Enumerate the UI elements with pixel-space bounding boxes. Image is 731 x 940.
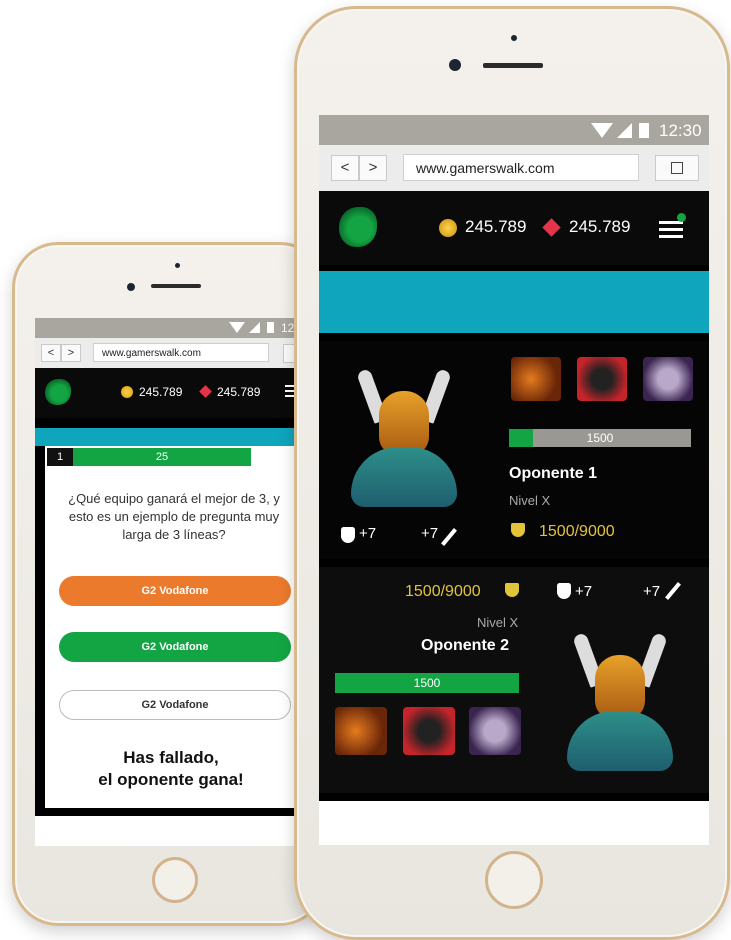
opponent-name: Oponente 2 xyxy=(421,637,510,654)
hero-body xyxy=(567,711,673,771)
back-button[interactable]: < xyxy=(331,155,359,181)
opponent-score: 1500/9000 xyxy=(405,583,481,600)
url-text: www.gamerswalk.com xyxy=(416,160,555,176)
hero-avatar xyxy=(345,368,463,509)
status-time: 12 xyxy=(281,321,295,335)
front-camera xyxy=(449,59,461,71)
gem-balance: 245.789 xyxy=(217,385,261,399)
status-time: 12:30 xyxy=(659,121,702,140)
battery-icon xyxy=(639,123,649,138)
question-timer: 25 xyxy=(155,451,169,463)
notification-badge xyxy=(677,213,686,222)
attack-stat: +7 xyxy=(421,525,439,542)
result-line-2: el oponente gana! xyxy=(98,770,244,789)
left-phone: 12 < > www.gamerswalk.com 245.789 245.78… xyxy=(12,242,326,926)
coin-balance: 245.789 xyxy=(139,385,183,399)
item-slot-1[interactable] xyxy=(511,357,561,401)
attack-sword-icon xyxy=(441,528,457,546)
signal-icon xyxy=(249,322,260,333)
home-button[interactable] xyxy=(152,857,198,903)
earpiece-speaker xyxy=(151,284,201,288)
coin-icon xyxy=(121,386,133,398)
answer-option-1[interactable]: G2 Vodafone xyxy=(59,576,291,606)
url-field[interactable]: www.gamerswalk.com xyxy=(93,343,269,362)
battery-icon xyxy=(267,322,274,333)
right-screen: 12:30 < > www.gamerswalk.com 245.789 245… xyxy=(319,115,709,845)
defense-stat: +7 xyxy=(575,583,593,600)
left-screen: 12 < > www.gamerswalk.com 245.789 245.78… xyxy=(35,318,325,846)
opponent-level: Nivel X xyxy=(509,493,551,508)
hero-mask xyxy=(379,391,429,455)
hero-avatar xyxy=(561,632,679,773)
status-bar: 12:30 xyxy=(319,115,709,145)
status-bar: 12 xyxy=(35,318,325,338)
item-slot-2[interactable] xyxy=(577,357,627,401)
home-button[interactable] xyxy=(485,851,543,909)
item-slot-1[interactable] xyxy=(335,707,387,755)
front-camera xyxy=(127,283,135,291)
teal-banner xyxy=(35,428,325,446)
opponent-score: 1500/9000 xyxy=(539,523,615,540)
answer-option-2[interactable]: G2 Vodafone xyxy=(59,632,291,662)
item-slot-2[interactable] xyxy=(403,707,455,755)
result-line-1: Has fallado, xyxy=(123,748,219,767)
url-text: www.gamerswalk.com xyxy=(102,348,201,359)
right-phone: 12:30 < > www.gamerswalk.com 245.789 245… xyxy=(294,6,730,940)
bottom-strip xyxy=(35,816,325,846)
app-header: 245.789 245.789 xyxy=(319,191,709,265)
gem-icon xyxy=(542,218,561,237)
trophy-icon xyxy=(511,523,525,537)
question-progress: 1 25 xyxy=(47,448,251,466)
item-slot-3[interactable] xyxy=(643,357,693,401)
answer-option-3[interactable]: G2 Vodafone xyxy=(59,690,291,720)
health-bar-value: 1500 xyxy=(586,431,614,445)
tabs-button[interactable] xyxy=(655,155,699,181)
opponent-1-card[interactable]: +7 +7 1500 Oponente 1 Nivel X 1500/9000 xyxy=(319,341,709,559)
sensor-dot xyxy=(175,263,180,268)
question-number: 1 xyxy=(47,448,73,466)
teal-banner xyxy=(319,271,709,333)
wifi-icon xyxy=(229,322,245,333)
health-bar: 1500 xyxy=(509,429,691,447)
opponent-level: Nivel X xyxy=(477,615,519,630)
gem-icon xyxy=(199,385,212,398)
forward-button[interactable]: > xyxy=(359,155,387,181)
opponent-name: Oponente 1 xyxy=(509,465,598,482)
gem-balance: 245.789 xyxy=(569,217,631,236)
defense-shield-icon xyxy=(557,583,571,599)
coin-balance: 245.789 xyxy=(465,217,527,236)
earpiece-speaker xyxy=(483,63,543,68)
dragon-logo-icon[interactable] xyxy=(45,379,71,405)
health-bar-value: 1500 xyxy=(413,676,441,690)
forward-button[interactable]: > xyxy=(61,344,81,362)
quiz-card: 1 25 ¿Qué equipo ganará el mejor de 3, y… xyxy=(45,446,297,808)
coin-icon xyxy=(439,219,457,237)
tabs-icon xyxy=(671,162,683,174)
health-bar: 1500 xyxy=(335,673,519,693)
back-button[interactable]: < xyxy=(41,344,61,362)
defense-shield-icon xyxy=(341,527,355,543)
trophy-icon xyxy=(505,583,519,597)
bottom-strip xyxy=(319,801,709,845)
url-field[interactable]: www.gamerswalk.com xyxy=(403,154,639,181)
browser-bar: < > www.gamerswalk.com xyxy=(319,145,709,191)
sensor-dot xyxy=(511,35,517,41)
attack-stat: +7 xyxy=(643,583,661,600)
opponent-2-card[interactable]: 1500/9000 +7 +7 Nivel X Oponente 2 1500 xyxy=(319,567,709,793)
browser-bar: < > www.gamerswalk.com xyxy=(35,338,325,368)
item-slot-3[interactable] xyxy=(469,707,521,755)
attack-sword-icon xyxy=(665,582,681,600)
question-text: ¿Qué equipo ganará el mejor de 3, y esto… xyxy=(68,491,280,542)
signal-icon xyxy=(617,123,632,138)
menu-icon[interactable] xyxy=(659,221,683,238)
hero-body xyxy=(351,447,457,507)
defense-stat: +7 xyxy=(359,525,377,542)
wifi-icon xyxy=(591,123,613,138)
hero-mask xyxy=(595,655,645,719)
app-header: 245.789 245.789 xyxy=(35,368,325,418)
dragon-logo-icon[interactable] xyxy=(339,207,377,247)
